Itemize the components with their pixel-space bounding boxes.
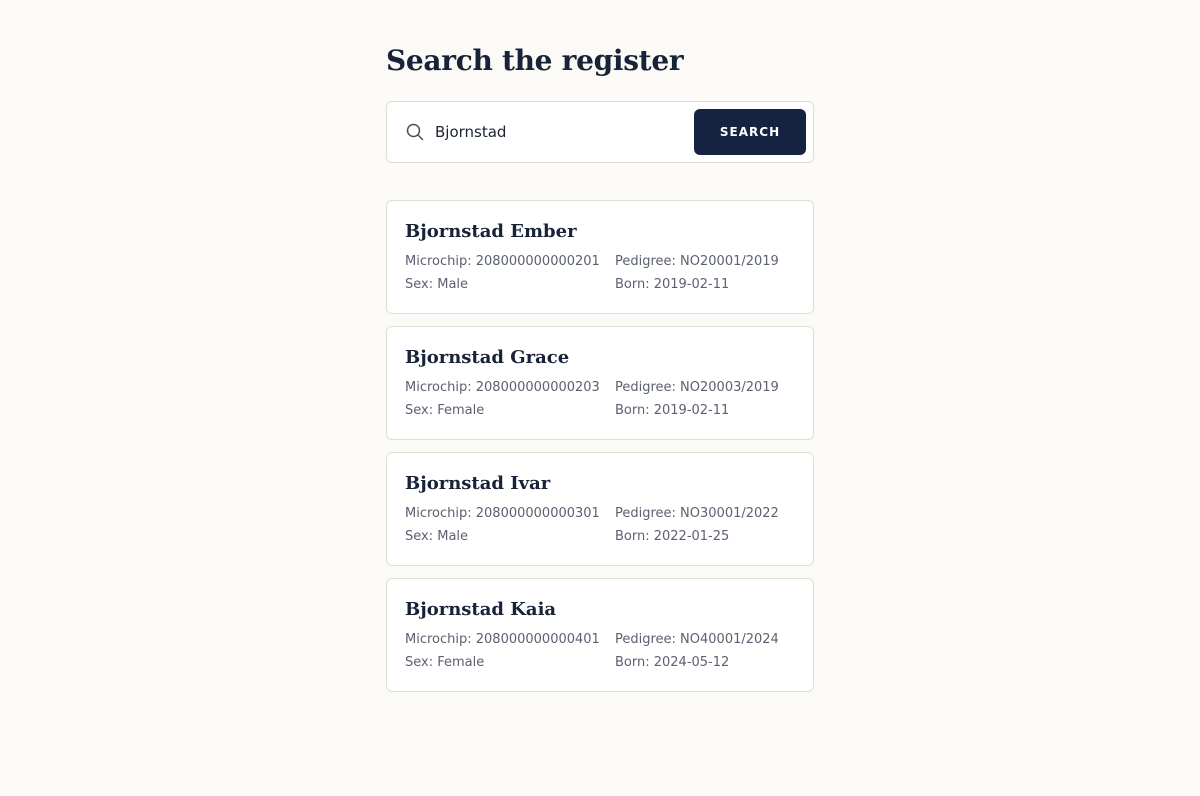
dog-name: Bjornstad Grace <box>405 347 570 368</box>
search-input[interactable] <box>435 116 683 148</box>
results-list: Bjornstad Ember Microchip: 2080000000002… <box>386 200 814 704</box>
microchip-field: Microchip: 208000000000401 <box>405 632 600 647</box>
sex-field: Sex: Female <box>405 655 485 670</box>
microchip-field: Microchip: 208000000000203 <box>405 380 600 395</box>
search-bar: SEARCH <box>386 101 814 163</box>
result-card[interactable]: Bjornstad Ivar Microchip: 20800000000030… <box>386 452 814 566</box>
dog-name: Bjornstad Kaia <box>405 599 557 620</box>
sex-field: Sex: Male <box>405 529 469 544</box>
pedigree-field: Pedigree: NO20003/2019 <box>615 380 779 395</box>
born-field: Born: 2019-02-11 <box>615 403 730 418</box>
pedigree-field: Pedigree: NO20001/2019 <box>615 254 779 269</box>
search-button[interactable]: SEARCH <box>694 109 806 155</box>
microchip-field: Microchip: 208000000000201 <box>405 254 600 269</box>
result-card[interactable]: Bjornstad Grace Microchip: 2080000000002… <box>386 326 814 440</box>
pedigree-field: Pedigree: NO40001/2024 <box>615 632 779 647</box>
sex-field: Sex: Female <box>405 403 485 418</box>
result-card[interactable]: Bjornstad Kaia Microchip: 20800000000040… <box>386 578 814 692</box>
pedigree-field: Pedigree: NO30001/2022 <box>615 506 779 521</box>
search-icon <box>406 123 424 141</box>
dog-name: Bjornstad Ember <box>405 221 577 242</box>
born-field: Born: 2022-01-25 <box>615 529 730 544</box>
microchip-field: Microchip: 208000000000301 <box>405 506 600 521</box>
sex-field: Sex: Male <box>405 277 469 292</box>
born-field: Born: 2024-05-12 <box>615 655 730 670</box>
born-field: Born: 2019-02-11 <box>615 277 730 292</box>
result-card[interactable]: Bjornstad Ember Microchip: 2080000000002… <box>386 200 814 314</box>
dog-name: Bjornstad Ivar <box>405 473 551 494</box>
page-title: Search the register <box>386 44 684 77</box>
page: Search the register SEARCH Bjornstad Emb… <box>0 0 1200 796</box>
